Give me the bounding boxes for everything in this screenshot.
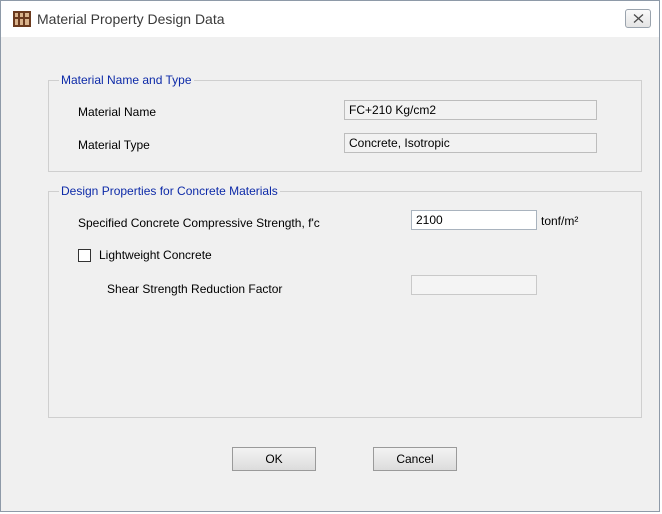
- shear-strength-reduction-label: Shear Strength Reduction Factor: [107, 282, 283, 296]
- title-bar[interactable]: Material Property Design Data: [1, 1, 659, 38]
- design-properties-group-title: Design Properties for Concrete Materials: [59, 184, 280, 198]
- material-name-field: FC+210 Kg/cm2: [344, 100, 597, 120]
- material-property-design-data-dialog: Material Property Design Data Material N…: [0, 0, 660, 512]
- fc-input[interactable]: 2100: [411, 210, 537, 230]
- lightweight-concrete-checkbox[interactable]: [78, 249, 91, 262]
- window-title: Material Property Design Data: [37, 11, 225, 27]
- ok-button[interactable]: OK: [232, 447, 316, 471]
- material-name-label: Material Name: [78, 105, 157, 119]
- etabs-app-icon: [13, 11, 31, 27]
- cancel-button[interactable]: Cancel: [373, 447, 457, 471]
- material-name-type-group-title: Material Name and Type: [59, 73, 194, 87]
- dialog-body: Material Name and Type Material Name FC+…: [1, 37, 659, 511]
- close-button[interactable]: [625, 9, 651, 28]
- fc-label: Specified Concrete Compressive Strength,…: [78, 216, 320, 230]
- material-type-label: Material Type: [78, 138, 150, 152]
- material-name-type-group: Material Name and Type: [48, 73, 642, 172]
- lightweight-concrete-label[interactable]: Lightweight Concrete: [99, 248, 212, 262]
- close-icon: [633, 10, 644, 28]
- shear-strength-reduction-input: [411, 275, 537, 295]
- material-type-field: Concrete, Isotropic: [344, 133, 597, 153]
- fc-unit-label: tonf/m²: [541, 214, 579, 228]
